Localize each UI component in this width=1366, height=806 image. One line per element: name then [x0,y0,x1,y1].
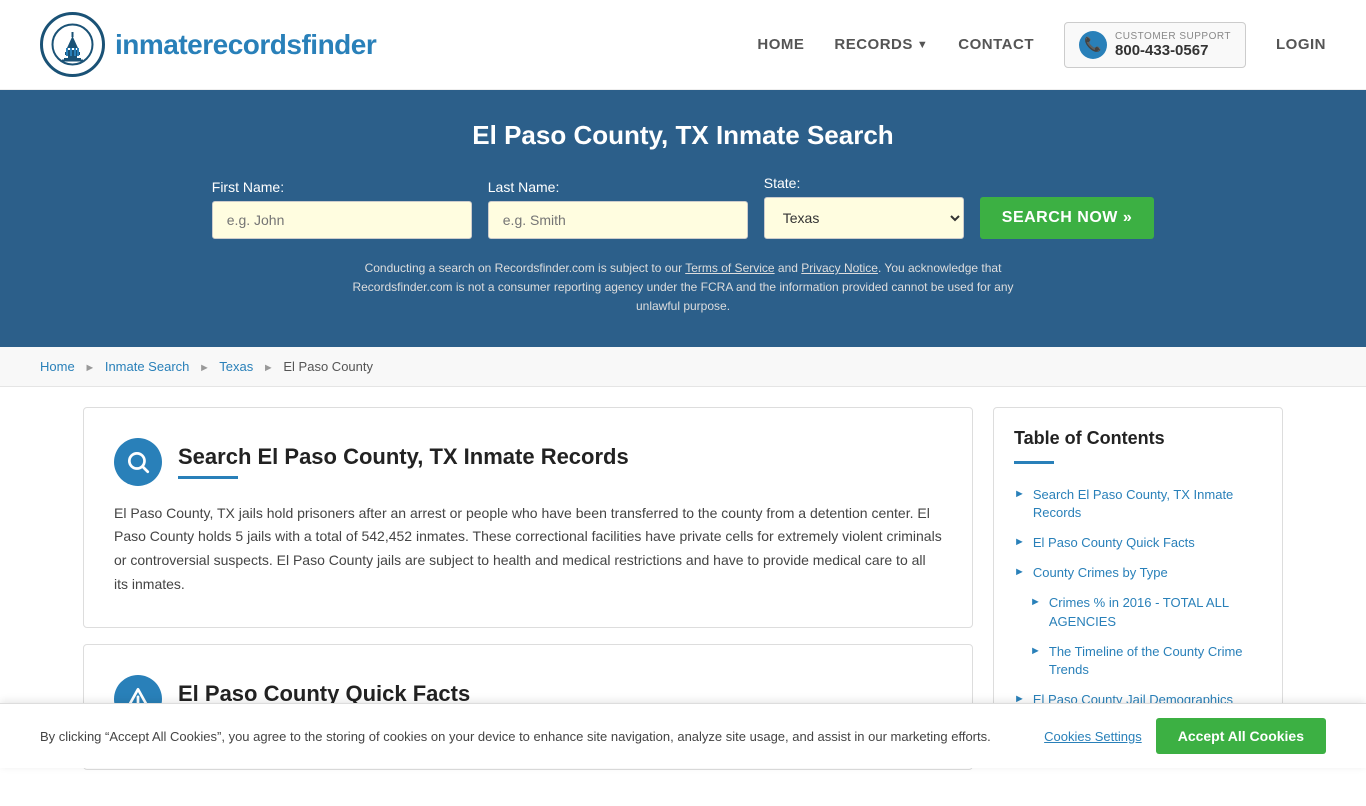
toc-box: Table of Contents ► Search El Paso Count… [993,407,1283,737]
nav-login[interactable]: LOGIN [1276,36,1326,53]
first-name-input[interactable] [212,201,472,239]
main-content-section: Search El Paso County, TX Inmate Records… [83,407,973,628]
toc-divider [1014,461,1054,464]
state-label: State: [764,175,801,191]
terms-link[interactable]: Terms of Service [685,261,774,275]
breadcrumb-current: El Paso County [283,359,373,374]
privacy-link[interactable]: Privacy Notice [801,261,878,275]
breadcrumb-sep-3: ► [263,362,274,374]
cookie-settings-button[interactable]: Cookies Settings [1044,729,1142,744]
section-header: Search El Paso County, TX Inmate Records [114,438,942,486]
toc-link-2[interactable]: El Paso County Quick Facts [1033,534,1195,552]
hero-section: El Paso County, TX Inmate Search First N… [0,90,1366,347]
state-select[interactable]: Texas Alabama Alaska Arizona California [764,197,964,239]
search-form: First Name: Last Name: State: Texas Alab… [40,175,1326,239]
hero-disclaimer: Conducting a search on Recordsfinder.com… [333,259,1033,317]
sidebar: Table of Contents ► Search El Paso Count… [993,407,1283,737]
breadcrumb-home[interactable]: Home [40,359,75,374]
section-title-wrap: Search El Paso County, TX Inmate Records [178,444,629,479]
cookie-buttons: Cookies Settings Accept All Cookies [1044,718,1326,754]
section-body: El Paso County, TX jails hold prisoners … [114,502,942,597]
toc-item-1[interactable]: ► Search El Paso County, TX Inmate Recor… [1014,480,1262,528]
toc-link-4[interactable]: Crimes % in 2016 - TOTAL ALL AGENCIES [1049,594,1262,630]
section-title: Search El Paso County, TX Inmate Records [178,444,629,470]
nav-records[interactable]: RECORDS ▼ [834,36,928,53]
first-name-group: First Name: [212,179,472,239]
support-text: CUSTOMER SUPPORT 800-433-0567 [1115,31,1231,59]
phone-icon: 📞 [1079,31,1107,59]
chevron-right-icon-4: ► [1030,596,1041,608]
logo-icon [40,12,105,77]
breadcrumb: Home ► Inmate Search ► Texas ► El Paso C… [0,347,1366,387]
support-label: CUSTOMER SUPPORT [1115,31,1231,42]
search-icon [114,438,162,486]
toc-item-2[interactable]: ► El Paso County Quick Facts [1014,528,1262,558]
main-nav: HOME RECORDS ▼ CONTACT 📞 CUSTOMER SUPPOR… [757,22,1326,68]
toc-title: Table of Contents [1014,428,1262,449]
logo-plain-text: inmaterecords [115,29,301,60]
breadcrumb-sep-1: ► [84,362,95,374]
state-group: State: Texas Alabama Alaska Arizona Cali… [764,175,964,239]
logo-text: inmaterecordsfinder [115,29,376,61]
toc-link-5[interactable]: The Timeline of the County Crime Trends [1049,643,1262,679]
chevron-right-icon-5: ► [1030,645,1041,657]
toc-link-3[interactable]: County Crimes by Type [1033,564,1168,582]
chevron-right-icon-2: ► [1014,536,1025,548]
nav-contact[interactable]: CONTACT [958,36,1034,53]
cookie-accept-button[interactable]: Accept All Cookies [1156,718,1326,754]
toc-link-1[interactable]: Search El Paso County, TX Inmate Records [1033,486,1262,522]
section-title-underline [178,476,238,479]
customer-support-box: 📞 CUSTOMER SUPPORT 800-433-0567 [1064,22,1246,68]
nav-home[interactable]: HOME [757,36,804,53]
site-header: inmaterecordsfinder HOME RECORDS ▼ CONTA… [0,0,1366,90]
search-button[interactable]: SEARCH NOW » [980,197,1154,239]
breadcrumb-sep-2: ► [199,362,210,374]
chevron-down-icon: ▼ [917,39,928,51]
toc-item-4[interactable]: ► Crimes % in 2016 - TOTAL ALL AGENCIES [1014,588,1262,636]
chevron-right-icon-1: ► [1014,488,1025,500]
toc-item-5[interactable]: ► The Timeline of the County Crime Trend… [1014,637,1262,685]
last-name-label: Last Name: [488,179,560,195]
toc-item-3[interactable]: ► County Crimes by Type [1014,558,1262,588]
logo-bold-text: finder [301,29,376,60]
first-name-label: First Name: [212,179,284,195]
logo-area: inmaterecordsfinder [40,12,376,77]
breadcrumb-inmate-search[interactable]: Inmate Search [105,359,190,374]
last-name-group: Last Name: [488,179,748,239]
support-number: 800-433-0567 [1115,42,1231,59]
last-name-input[interactable] [488,201,748,239]
hero-title: El Paso County, TX Inmate Search [40,120,1326,151]
cookie-text: By clicking “Accept All Cookies”, you ag… [40,729,1024,744]
chevron-right-icon-3: ► [1014,566,1025,578]
nav-records-label: RECORDS [834,36,913,53]
cookie-banner: By clicking “Accept All Cookies”, you ag… [0,703,1366,768]
breadcrumb-texas[interactable]: Texas [219,359,253,374]
